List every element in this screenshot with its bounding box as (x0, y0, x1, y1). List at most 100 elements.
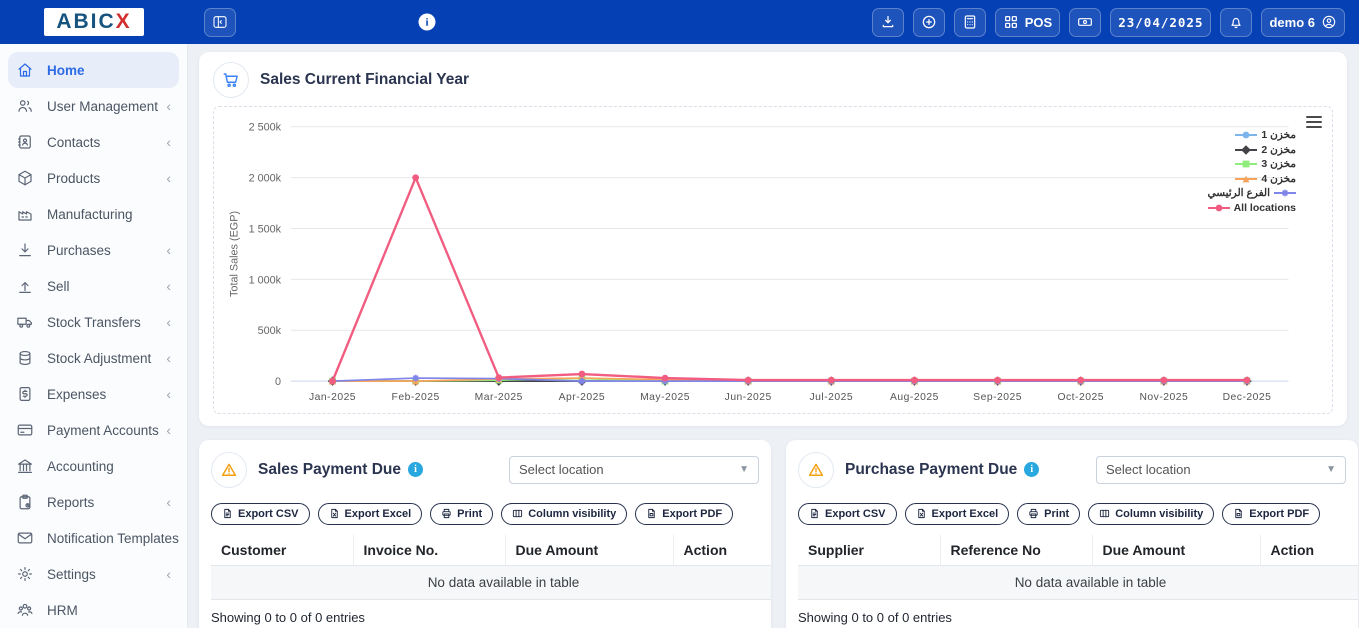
register-button[interactable] (1069, 8, 1101, 37)
sidebar-item-contacts[interactable]: Contacts‹ (8, 124, 179, 160)
svg-text:Oct-2025: Oct-2025 (1057, 392, 1104, 403)
button-label: Print (1044, 508, 1069, 520)
chevron-left-icon: ‹ (166, 351, 171, 365)
logo-accent: X (116, 10, 132, 33)
legend-item[interactable]: مخزن 1 (1207, 129, 1296, 141)
chevron-left-icon: ‹ (166, 423, 171, 437)
sidebar-item-hrm[interactable]: HRM (8, 592, 179, 628)
contact-card-icon (16, 133, 34, 151)
chart-context-menu-icon[interactable] (1306, 116, 1322, 128)
print-button[interactable]: Print (1017, 503, 1080, 525)
svg-text:Nov-2025: Nov-2025 (1139, 392, 1188, 403)
column-visibility-button[interactable]: Column visibility (501, 503, 627, 525)
export-excel-button[interactable]: Export Excel (905, 503, 1010, 525)
sidebar-item-expenses[interactable]: Expenses‹ (8, 376, 179, 412)
empty-table-message: No data available in table (798, 565, 1358, 599)
file-excel-icon (329, 508, 340, 519)
sidebar-item-stock-transfers[interactable]: Stock Transfers ‹ (8, 304, 179, 340)
column-header-due-amount[interactable]: Due Amount (1092, 535, 1260, 566)
column-header-action[interactable]: Action (673, 535, 771, 566)
select-value: Select location (1106, 462, 1191, 477)
sidebar-item-products[interactable]: Products‹ (8, 160, 179, 196)
printer-icon (441, 508, 452, 519)
user-menu-button[interactable]: demo 6 (1261, 8, 1345, 37)
column-header-invoice-no[interactable]: Invoice No. (353, 535, 505, 566)
export-excel-button[interactable]: Export Excel (318, 503, 423, 525)
download-button[interactable] (872, 8, 904, 37)
sidebar-item-label: Purchases (47, 243, 111, 258)
button-label: Column visibility (1115, 508, 1203, 520)
export-pdf-button[interactable]: Export PDF (635, 503, 733, 525)
sidebar-item-sell[interactable]: Sell‹ (8, 268, 179, 304)
file-pdf-icon (646, 508, 657, 519)
column-header-due-amount[interactable]: Due Amount (505, 535, 673, 566)
logo[interactable]: ABICX (0, 8, 188, 36)
bell-icon (1228, 14, 1244, 30)
svg-text:Mar-2025: Mar-2025 (475, 392, 523, 403)
file-csv-icon (222, 508, 233, 519)
column-header-reference-no[interactable]: Reference No (940, 535, 1092, 566)
legend-item[interactable]: مخزن 2 (1207, 144, 1296, 156)
svg-text:Aug-2025: Aug-2025 (890, 392, 939, 403)
column-visibility-button[interactable]: Column visibility (1088, 503, 1214, 525)
pos-button[interactable]: POS (995, 8, 1060, 37)
sidebar-item-label: Manufacturing (47, 207, 133, 222)
notifications-button[interactable] (1220, 8, 1252, 37)
svg-text:2 500k: 2 500k (249, 122, 282, 134)
legend-item[interactable]: مخزن 3 (1207, 158, 1296, 170)
info-icon[interactable]: i (1024, 462, 1039, 477)
export-csv-button[interactable]: Export CSV (798, 503, 897, 525)
sidebar-item-label: Stock Transfers (47, 315, 141, 330)
sidebar-item-settings[interactable]: Settings‹ (8, 556, 179, 592)
info-icon[interactable]: i (408, 462, 423, 477)
box-icon (16, 169, 34, 187)
envelope-icon (16, 529, 34, 547)
plus-circle-icon (921, 14, 937, 30)
column-header-supplier[interactable]: Supplier (798, 535, 940, 566)
legend-item[interactable]: مخزن 4 (1207, 173, 1296, 185)
sidebar: HomeUser Management‹Contacts‹Products‹Ma… (0, 44, 188, 628)
column-header-action[interactable]: Action (1260, 535, 1358, 566)
purchase-due-location-select[interactable]: Select location▼ (1096, 456, 1346, 484)
entries-info: Showing 0 to 0 of 0 entries (211, 610, 759, 625)
sidebar-item-manufacturing[interactable]: Manufacturing (8, 196, 179, 232)
svg-text:Jul-2025: Jul-2025 (810, 392, 854, 403)
export-pdf-button[interactable]: Export PDF (1222, 503, 1320, 525)
sales-due-location-select[interactable]: Select location▼ (509, 456, 759, 484)
legend-item[interactable]: الفرع الرئيسي (1207, 187, 1296, 199)
file-pdf-icon (1233, 508, 1244, 519)
column-header-customer[interactable]: Customer (211, 535, 353, 566)
legend-item[interactable]: All locations (1207, 202, 1296, 214)
sidebar-item-home[interactable]: Home (8, 52, 179, 88)
sidebar-item-payment-accounts[interactable]: Payment Accounts‹ (8, 412, 179, 448)
sidebar-item-stock-adjustment[interactable]: Stock Adjustment‹ (8, 340, 179, 376)
button-label: Export Excel (932, 508, 999, 520)
date-button[interactable]: 23/04/2025 (1110, 8, 1211, 37)
export-csv-button[interactable]: Export CSV (211, 503, 310, 525)
sidebar-item-accounting[interactable]: Accounting (8, 448, 179, 484)
add-button[interactable] (913, 8, 945, 37)
file-excel-icon (916, 508, 927, 519)
chart-title: Sales Current Financial Year (260, 71, 469, 89)
svg-text:500k: 500k (258, 325, 282, 337)
sidebar-item-label: Products (47, 171, 100, 186)
sidebar-item-purchases[interactable]: Purchases‹ (8, 232, 179, 268)
panel-title: Sales Payment Due (258, 461, 401, 479)
calculator-icon (962, 14, 978, 30)
home-icon (16, 61, 34, 79)
calculator-button[interactable] (954, 8, 986, 37)
sidebar-item-label: Accounting (47, 459, 114, 474)
sidebar-item-label: Expenses (47, 387, 106, 402)
chevron-left-icon: ‹ (166, 567, 171, 581)
chevron-left-icon: ‹ (166, 315, 171, 329)
panel-title: Purchase Payment Due (845, 461, 1017, 479)
sidebar-item-notification-templates[interactable]: Notification Templates (8, 520, 179, 556)
print-button[interactable]: Print (430, 503, 493, 525)
button-label: Export CSV (238, 508, 299, 520)
info-icon[interactable]: i (419, 14, 436, 31)
sidebar-toggle-button[interactable] (204, 8, 236, 37)
sidebar-item-user-management[interactable]: User Management‹ (8, 88, 179, 124)
sidebar-item-reports[interactable]: Reports‹ (8, 484, 179, 520)
top-navbar: ABICX i POS 23/04/2025 demo 6 (0, 0, 1359, 44)
svg-text:Feb-2025: Feb-2025 (392, 392, 440, 403)
